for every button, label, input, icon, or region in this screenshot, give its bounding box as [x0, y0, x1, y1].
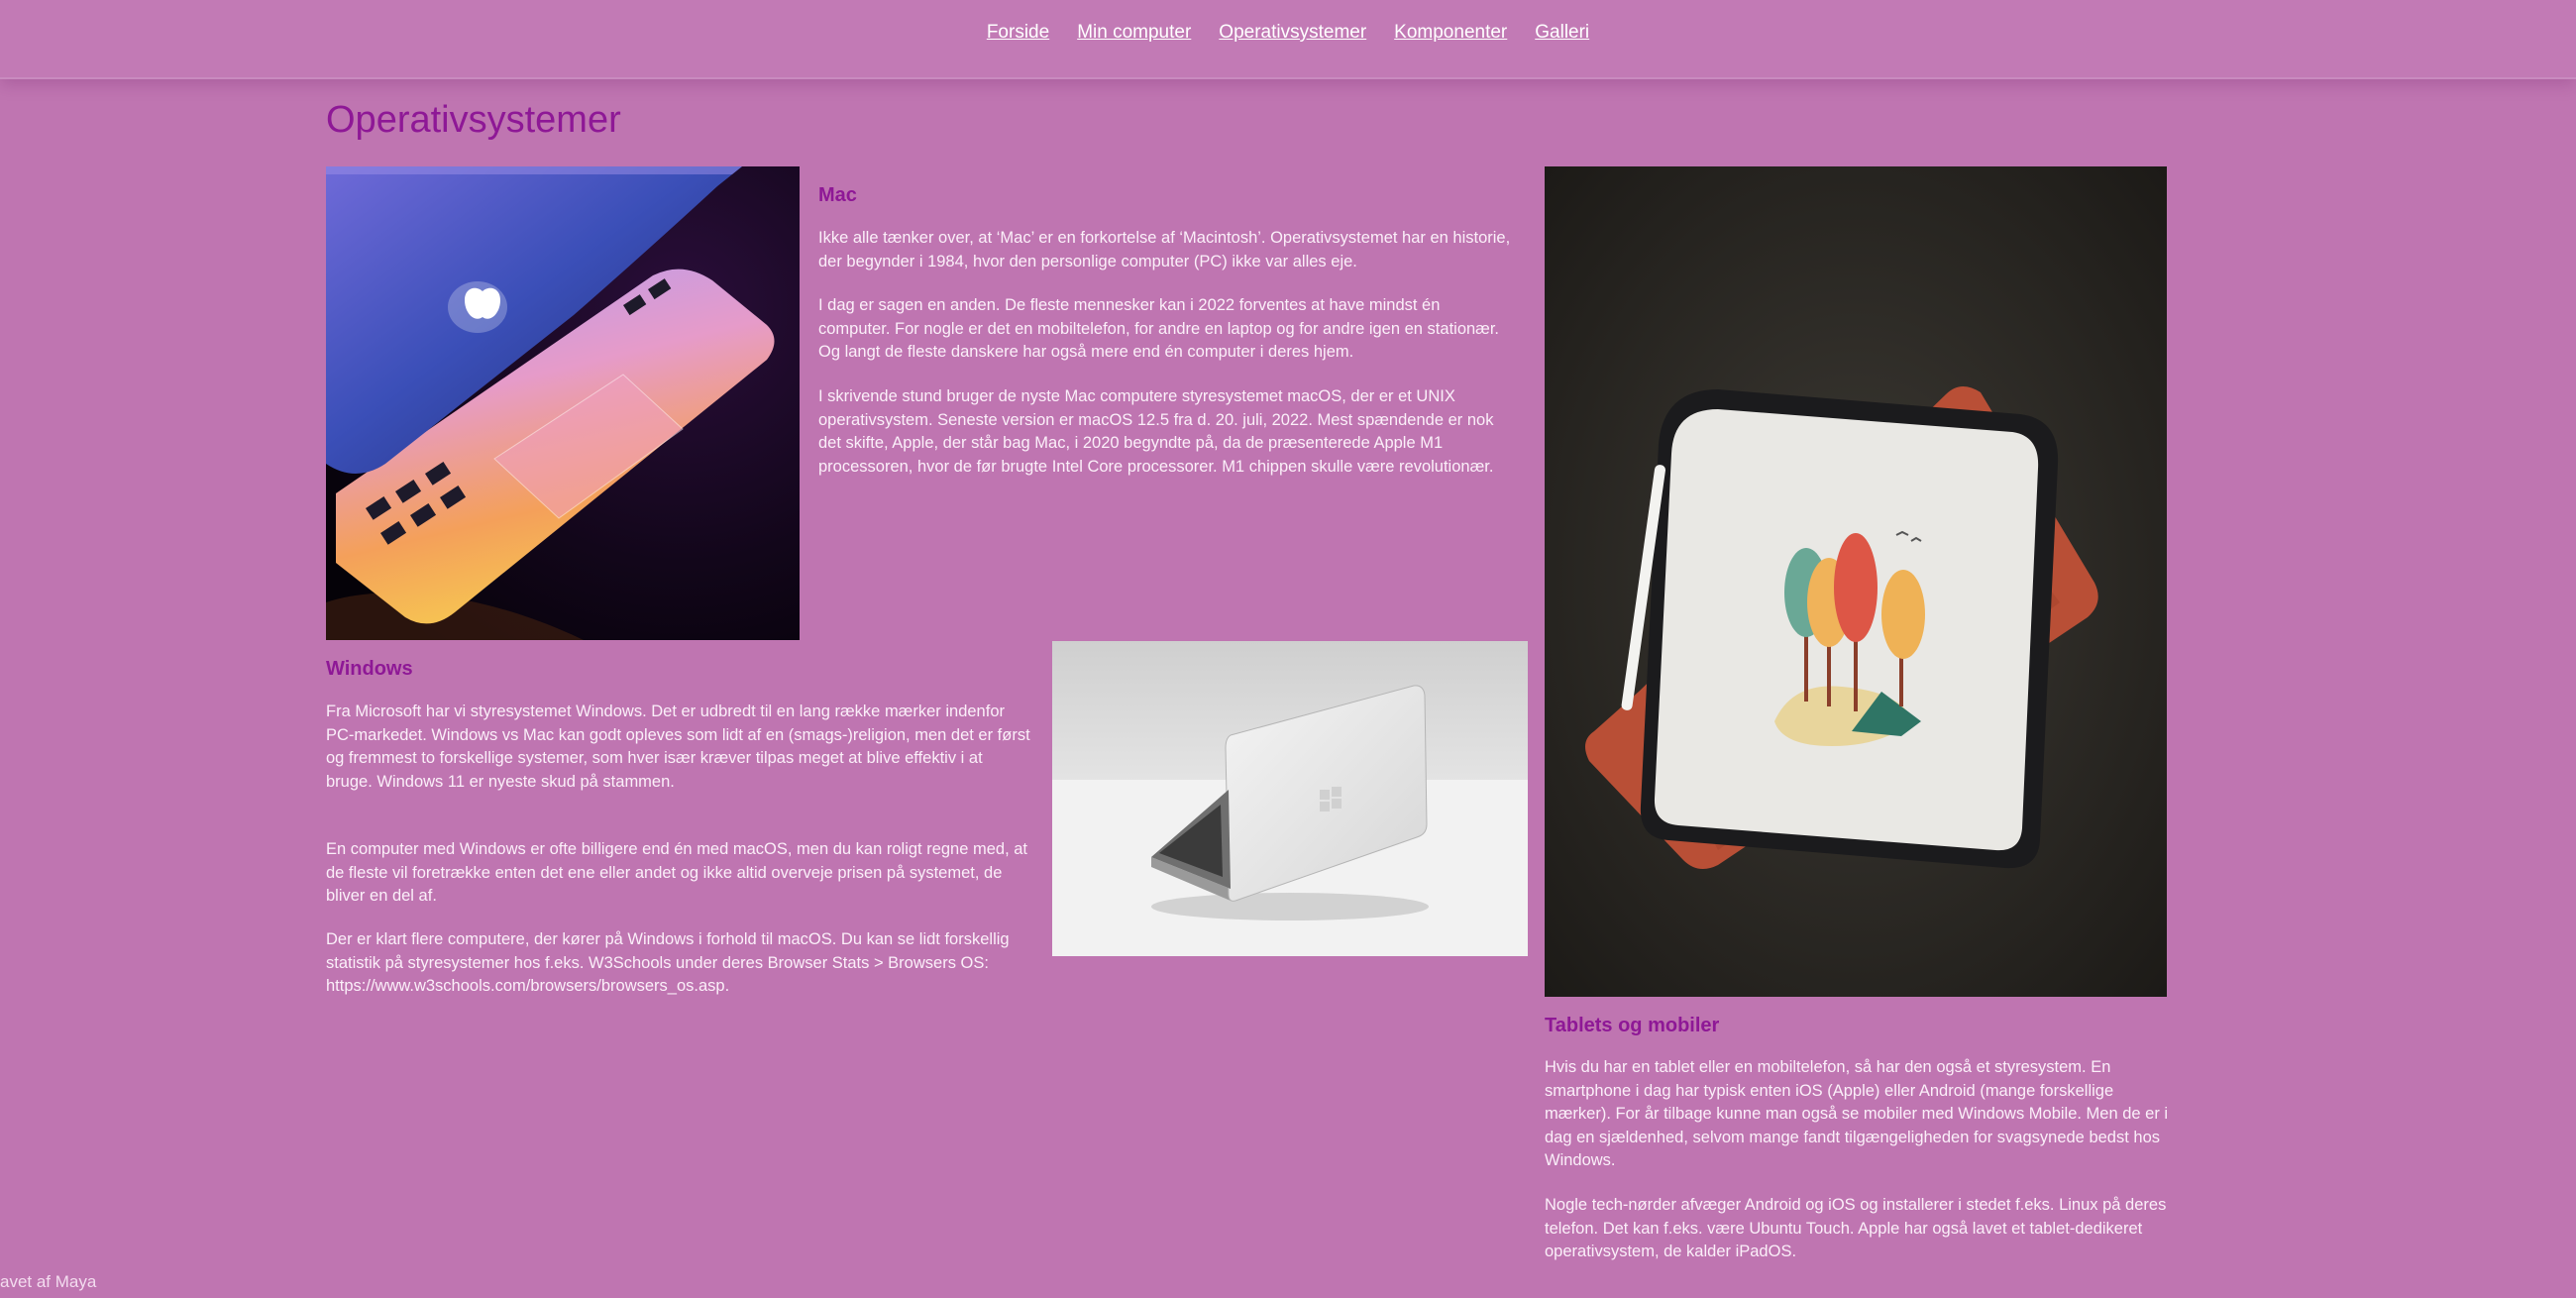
- windows-paragraph-2: En computer med Windows er ofte billiger…: [326, 840, 1028, 905]
- windows-paragraph-3: Der er klart flere computere, der kører …: [326, 930, 1010, 995]
- macbook-dark-illustration: [326, 166, 800, 640]
- tablets-paragraph-1: Hvis du har en tablet eller en mobiltele…: [1545, 1058, 2169, 1169]
- mac-paragraph-2: I dag er sagen en anden. De fleste menne…: [818, 296, 1500, 361]
- page-title: Operativsystemer: [326, 99, 621, 141]
- mac-paragraph-3: I skrivende stund bruger de nyste Mac co…: [818, 387, 1494, 476]
- windows-heading: Windows: [326, 658, 413, 680]
- mac-paragraph-1: Ikke alle tænker over, at ‘Mac’ er en fo…: [818, 229, 1511, 270]
- ipad-illustration: [1545, 166, 2167, 997]
- footer-credit: avet af Maya: [0, 1272, 97, 1291]
- nav-link-forside[interactable]: Forside: [987, 22, 1049, 44]
- tablets-paragraph-2: Nogle tech-nørder afvæger Android og iOS…: [1545, 1196, 2167, 1260]
- macbook-dark-photo: [326, 166, 800, 640]
- windows-paragraph-1: Fra Microsoft har vi styresystemet Windo…: [326, 703, 1030, 791]
- tablets-heading: Tablets og mobiler: [1545, 1015, 1720, 1036]
- windows-laptop-illustration: [1052, 641, 1528, 956]
- nav-link-komponenter[interactable]: Komponenter: [1394, 22, 1507, 44]
- nav-menu: Forside Min computer Operativsystemer Ko…: [0, 22, 2576, 44]
- windows-laptop-photo: [1052, 641, 1528, 956]
- nav-link-min-computer[interactable]: Min computer: [1077, 22, 1191, 44]
- nav-link-operativsystemer[interactable]: Operativsystemer: [1219, 22, 1366, 44]
- top-navbar: Forside Min computer Operativsystemer Ko…: [0, 0, 2576, 79]
- ipad-photo: [1545, 166, 2167, 997]
- mac-heading: Mac: [818, 184, 857, 206]
- nav-link-galleri[interactable]: Galleri: [1535, 22, 1589, 44]
